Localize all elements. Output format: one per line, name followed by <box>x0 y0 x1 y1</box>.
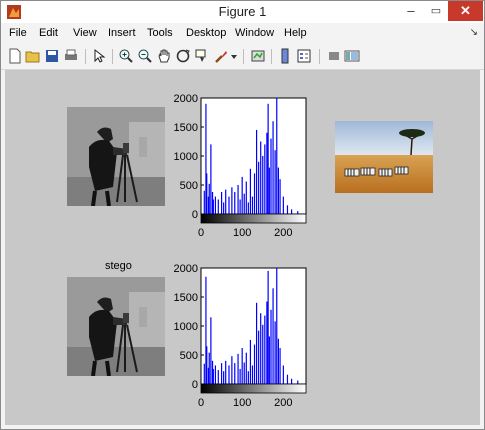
print-figure-icon[interactable] <box>63 48 79 64</box>
pan-icon[interactable] <box>156 48 172 64</box>
toolbar-separator <box>85 49 86 64</box>
figure-toolbar <box>1 44 484 70</box>
menu-edit[interactable]: Edit <box>39 27 58 39</box>
cover-image <box>67 107 165 206</box>
hide-plot-tools-icon[interactable] <box>326 48 342 64</box>
y-tick-label: 1000 <box>174 151 198 163</box>
show-plot-tools-icon[interactable] <box>344 48 360 64</box>
stego-image <box>67 277 165 376</box>
menu-view[interactable]: View <box>73 27 97 39</box>
cover-histogram-axes: 0 500 1000 1500 2000 0 100 200 <box>174 93 307 239</box>
menu-tools[interactable]: Tools <box>147 27 173 39</box>
insert-colorbar-icon[interactable] <box>277 48 293 64</box>
new-figure-icon[interactable] <box>7 48 23 64</box>
menu-file[interactable]: File <box>9 27 27 39</box>
stego-histogram-axes: 0 500 1000 1500 2000 0 100 200 <box>174 263 307 409</box>
menu-bar: File Edit View Insert Tools Desktop Wind… <box>1 24 484 43</box>
maximize-button[interactable]: ▭ <box>425 1 447 21</box>
x-tick-label: 100 <box>233 397 251 409</box>
y-tick-label: 1500 <box>174 292 198 304</box>
insert-legend-icon[interactable] <box>296 48 312 64</box>
toolbar-separator <box>243 49 244 64</box>
data-cursor-icon[interactable] <box>194 48 210 64</box>
x-tick-label: 0 <box>198 397 204 409</box>
zoom-in-icon[interactable] <box>118 48 134 64</box>
close-button[interactable]: ✕ <box>448 1 483 21</box>
x-tick-label: 100 <box>233 227 251 239</box>
figure-window: Figure 1 – ▭ ✕ File Edit View Insert Too… <box>0 0 485 430</box>
y-tick-label: 0 <box>192 209 198 221</box>
toolbar-separator <box>271 49 272 64</box>
zoom-out-icon[interactable] <box>137 48 153 64</box>
dock-figure-icon[interactable]: ↘ <box>470 27 478 38</box>
y-tick-label: 2000 <box>174 263 198 275</box>
toolbar-separator <box>319 49 320 64</box>
y-tick-label: 500 <box>180 350 198 362</box>
open-file-icon[interactable] <box>25 48 41 64</box>
y-tick-label: 1000 <box>174 321 198 333</box>
minimize-button[interactable]: – <box>399 1 423 21</box>
edit-plot-icon[interactable] <box>91 48 107 64</box>
link-plot-icon[interactable] <box>250 48 266 64</box>
brush-icon[interactable] <box>213 48 229 64</box>
x-tick-label: 200 <box>274 397 292 409</box>
title-bar[interactable]: Figure 1 – ▭ ✕ <box>1 1 484 23</box>
y-tick-label: 2000 <box>174 93 198 105</box>
menu-insert[interactable]: Insert <box>108 27 136 39</box>
toolbar-separator <box>112 49 113 64</box>
menu-desktop[interactable]: Desktop <box>186 27 226 39</box>
menu-help[interactable]: Help <box>284 27 307 39</box>
save-figure-icon[interactable] <box>44 48 60 64</box>
x-tick-label: 0 <box>198 227 204 239</box>
menu-window[interactable]: Window <box>235 27 274 39</box>
rotate-3d-icon[interactable] <box>175 48 191 64</box>
secret-image <box>335 121 433 193</box>
y-tick-label: 0 <box>192 379 198 391</box>
brush-dropdown-icon[interactable] <box>229 48 239 64</box>
stego-image-title: stego <box>105 260 132 272</box>
figure-canvas[interactable]: 0 500 1000 1500 2000 0 100 200 stego 0 5… <box>5 70 480 425</box>
y-tick-label: 500 <box>180 180 198 192</box>
y-tick-label: 1500 <box>174 122 198 134</box>
x-tick-label: 200 <box>274 227 292 239</box>
